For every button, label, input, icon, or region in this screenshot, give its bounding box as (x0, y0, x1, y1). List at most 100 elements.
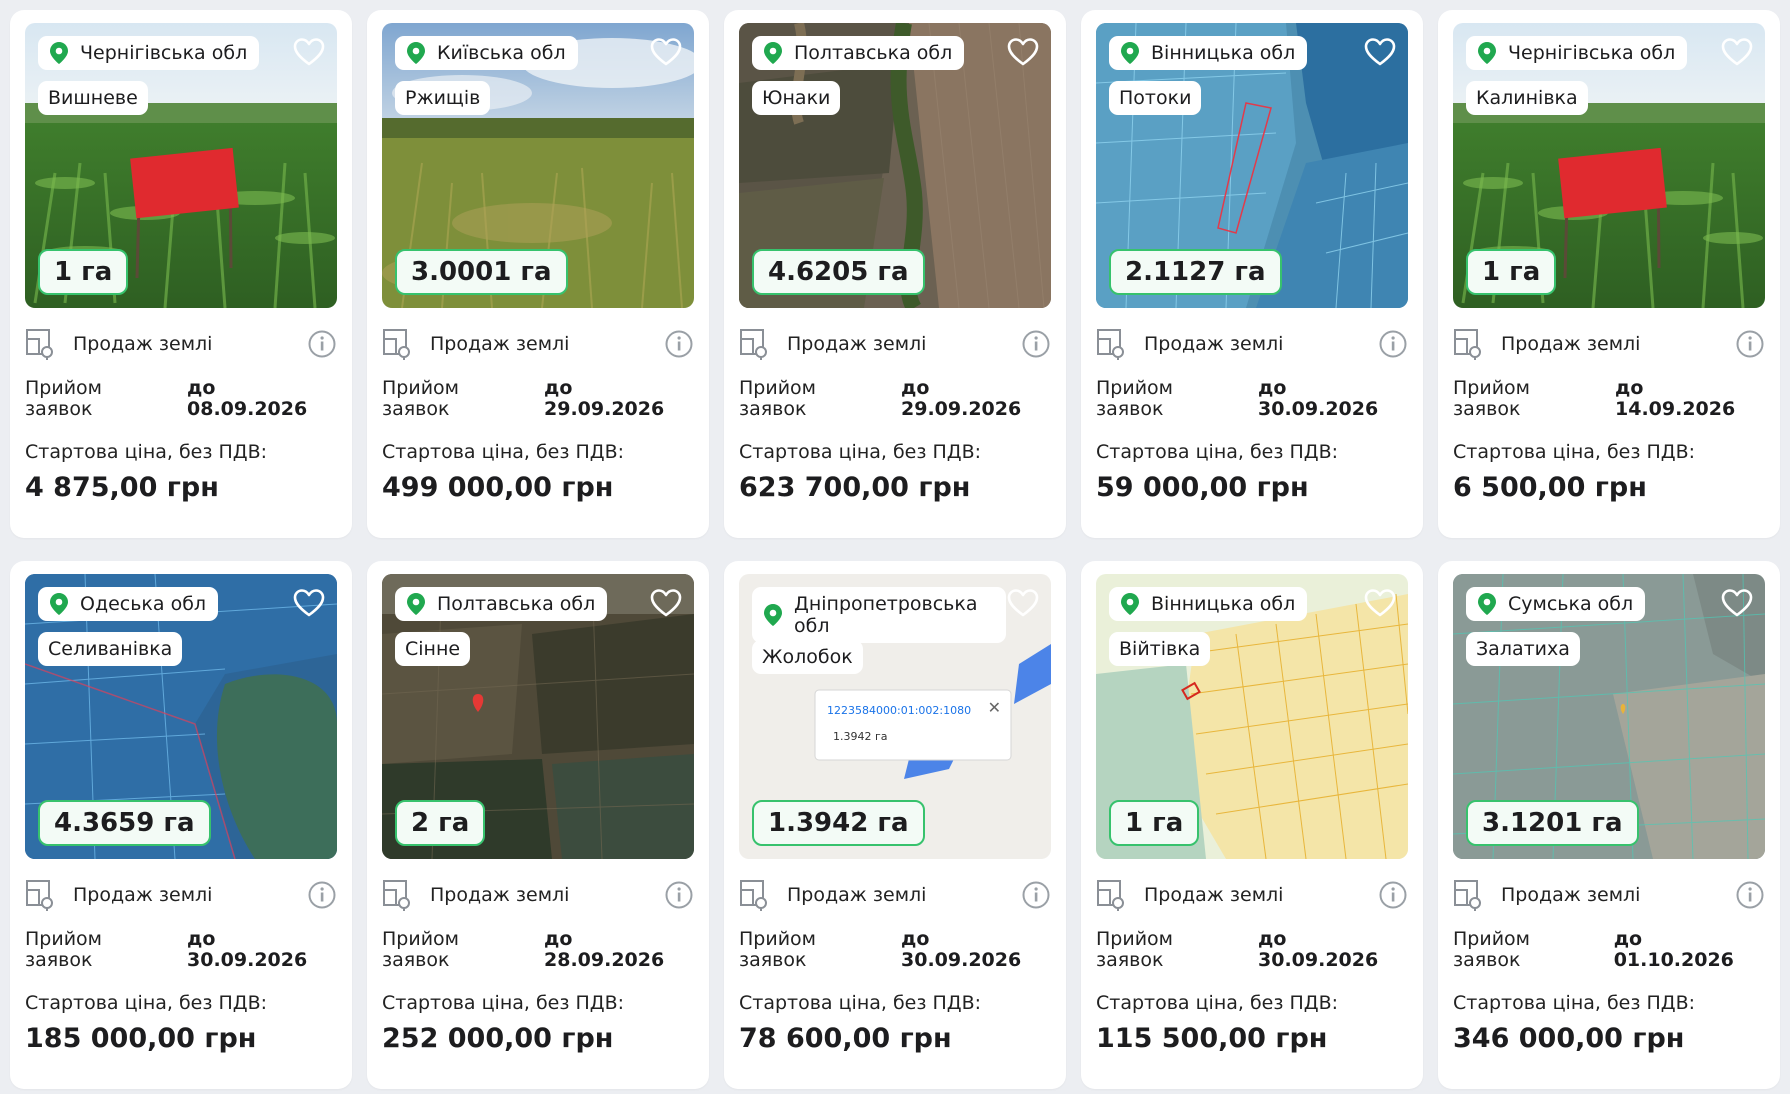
map-popup: 1223584000:01:002:1080 1.3942 га ✕ (815, 690, 1011, 760)
area-badge: 3.0001 га (395, 249, 568, 295)
price-label: Стартова ціна, без ПДВ: (382, 441, 625, 463)
listing-card[interactable]: Вінницька обл Потоки 2.1127 га Продаж землі… (1081, 10, 1423, 538)
info-icon[interactable] (1735, 329, 1765, 359)
info-icon[interactable] (1021, 880, 1051, 910)
price-value: 346 000,00 грн (1453, 1023, 1685, 1054)
listing-image[interactable]: Одеська обл Селиванівка 4.3659 га (25, 574, 337, 859)
land-plot-icon (25, 878, 55, 912)
application-deadline: Прийом заявок до 30.09.2026 (25, 929, 337, 971)
region-badge: Сумська обл (1466, 587, 1646, 621)
land-plot-icon (25, 327, 55, 361)
price-label: Стартова ціна, без ПДВ: (25, 992, 268, 1014)
listing-card[interactable]: Дніпропетровська обл Жолобок 1223584000:01… (724, 561, 1066, 1089)
info-icon[interactable] (664, 880, 694, 910)
heart-icon[interactable] (1721, 37, 1753, 67)
region-label: Полтавська обл (437, 593, 596, 615)
location-pin-icon (764, 604, 782, 626)
price-value: 252 000,00 грн (382, 1023, 614, 1054)
info-icon[interactable] (1735, 880, 1765, 910)
close-icon[interactable]: ✕ (988, 698, 1001, 717)
listing-card[interactable]: Полтавська обл Юнаки 4.6205 га Продаж землі… (724, 10, 1066, 538)
info-icon[interactable] (1021, 329, 1051, 359)
heart-icon[interactable] (1007, 37, 1039, 67)
info-icon[interactable] (307, 880, 337, 910)
popup-area: 1.3942 га (833, 730, 888, 743)
application-deadline: Прийом заявок до 01.10.2026 (1453, 929, 1765, 971)
listing-type-row: Продаж землі (382, 326, 694, 362)
region-label: Вінницька обл (1151, 42, 1296, 64)
deadline-label: Прийом заявок (1096, 377, 1174, 420)
listing-image[interactable]: Вінницька обл Війтівка 1 га (1096, 574, 1408, 859)
info-icon[interactable] (307, 329, 337, 359)
listing-card[interactable]: Полтавська обл Сінне 2 га Продаж землі Прийо… (367, 561, 709, 1089)
listing-type-row: Продаж землі (1453, 877, 1765, 913)
land-plot-icon (382, 878, 412, 912)
area-badge: 4.3659 га (38, 800, 211, 846)
info-icon[interactable] (1378, 329, 1408, 359)
heart-icon[interactable] (650, 588, 682, 618)
listing-card[interactable]: Чернігівська обл Калинівка 1 га Продаж земл… (1438, 10, 1780, 538)
heart-icon[interactable] (1007, 588, 1039, 618)
deadline-date: до 30.09.2026 (187, 928, 308, 971)
location-pin-icon (1478, 42, 1496, 64)
price-value: 78 600,00 грн (739, 1023, 952, 1054)
listing-card[interactable]: Вінницька обл Війтівка 1 га Продаж землі При… (1081, 561, 1423, 1089)
price-label: Стартова ціна, без ПДВ: (1096, 992, 1339, 1014)
info-icon[interactable] (664, 329, 694, 359)
region-badge: Чернігівська обл (38, 36, 260, 70)
deadline-date: до 29.09.2026 (544, 377, 665, 420)
region-label: Дніпропетровська обл (794, 593, 978, 637)
region-badge: Полтавська обл (752, 36, 965, 70)
application-deadline: Прийом заявок до 29.09.2026 (382, 378, 694, 420)
heart-icon[interactable] (1364, 588, 1396, 618)
village-badge: Селиванівка (38, 632, 183, 666)
price-label: Стартова ціна, без ПДВ: (739, 992, 982, 1014)
land-plot-icon (1096, 327, 1126, 361)
area-badge: 4.6205 га (752, 249, 925, 295)
price-value: 115 500,00 грн (1096, 1023, 1328, 1054)
listing-card[interactable]: Київська обл Ржищів 3.0001 га Продаж землі П… (367, 10, 709, 538)
price-label: Стартова ціна, без ПДВ: (739, 441, 982, 463)
application-deadline: Прийом заявок до 30.09.2026 (1096, 378, 1408, 420)
listing-image[interactable]: Київська обл Ржищів 3.0001 га (382, 23, 694, 308)
listing-type-row: Продаж землі (739, 877, 1051, 913)
listing-image[interactable]: Вінницька обл Потоки 2.1127 га (1096, 23, 1408, 308)
deadline-date: до 08.09.2026 (187, 377, 308, 420)
info-icon[interactable] (1378, 880, 1408, 910)
application-deadline: Прийом заявок до 14.09.2026 (1453, 378, 1765, 420)
heart-icon[interactable] (293, 588, 325, 618)
listing-image[interactable]: Полтавська обл Сінне 2 га (382, 574, 694, 859)
application-deadline: Прийом заявок до 30.09.2026 (739, 929, 1051, 971)
listing-image[interactable]: Чернігівська обл Вишневе 1 га (25, 23, 337, 308)
listing-type-row: Продаж землі (25, 326, 337, 362)
listing-image[interactable]: Дніпропетровська обл Жолобок 1223584000:01… (739, 574, 1051, 859)
village-badge: Юнаки (752, 81, 841, 115)
listing-type-row: Продаж землі (382, 877, 694, 913)
heart-icon[interactable] (650, 37, 682, 67)
deadline-label: Прийом заявок (739, 377, 817, 420)
popup-parcel-id[interactable]: 1223584000:01:002:1080 (827, 704, 971, 717)
listing-card[interactable]: Сумська обл Залатиха 3.1201 га Продаж землі… (1438, 561, 1780, 1089)
deadline-date: до 14.09.2026 (1615, 377, 1736, 420)
region-label: Полтавська обл (794, 42, 953, 64)
region-label: Чернігівська обл (80, 42, 248, 64)
deadline-date: до 29.09.2026 (901, 377, 1022, 420)
land-plot-icon (739, 327, 769, 361)
heart-icon[interactable] (293, 37, 325, 67)
listing-type-label: Продаж землі (1501, 884, 1641, 906)
heart-icon[interactable] (1364, 37, 1396, 67)
region-label: Одеська обл (80, 593, 207, 615)
village-badge: Потоки (1109, 81, 1202, 115)
region-badge: Вінницька обл (1109, 36, 1308, 70)
listing-card[interactable]: Одеська обл Селиванівка 4.3659 га Продаж зе… (10, 561, 352, 1089)
heart-icon[interactable] (1721, 588, 1753, 618)
listing-card[interactable]: Чернігівська обл Вишневе 1 га Продаж землі П… (10, 10, 352, 538)
region-label: Чернігівська обл (1508, 42, 1676, 64)
listing-image[interactable]: Полтавська обл Юнаки 4.6205 га (739, 23, 1051, 308)
listing-image[interactable]: Сумська обл Залатиха 3.1201 га (1453, 574, 1765, 859)
location-pin-icon (1478, 593, 1496, 615)
village-badge: Війтівка (1109, 632, 1211, 666)
location-pin-icon (1121, 593, 1139, 615)
listing-image[interactable]: Чернігівська обл Калинівка 1 га (1453, 23, 1765, 308)
listing-type-label: Продаж землі (430, 884, 570, 906)
